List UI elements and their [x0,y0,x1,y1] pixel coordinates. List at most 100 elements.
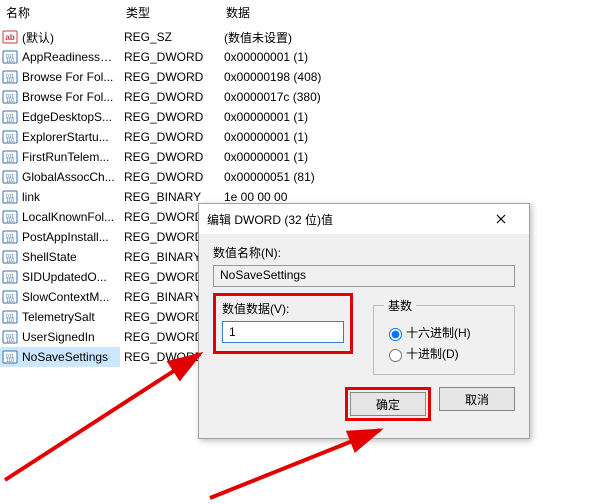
value-name: (默认) [18,29,120,46]
dialog-titlebar[interactable]: 编辑 DWORD (32 位)值 [199,204,529,234]
value-name: EdgeDesktopS... [18,110,120,124]
dword-value-icon: 011110 [2,249,18,265]
value-name: link [18,190,120,204]
value-data: 0x00000051 (81) [220,170,600,184]
value-type: REG_DWORD [120,90,220,104]
dword-value-icon: 011110 [2,109,18,125]
value-type: REG_DWORD [120,70,220,84]
dword-value-icon: 011110 [2,49,18,65]
dword-value-icon: 011110 [2,89,18,105]
dword-value-icon: 011110 [2,289,18,305]
value-data: 0x00000001 (1) [220,150,600,164]
value-type: REG_DWORD [120,130,220,144]
arrow-to-value-icon [5,354,200,480]
value-name: SIDUpdatedO... [18,270,120,284]
dword-value-icon: 011110 [2,229,18,245]
dword-value-icon: 011110 [2,149,18,165]
value-name: SlowContextM... [18,290,120,304]
close-button[interactable] [481,205,521,233]
value-data: 0x00000198 (408) [220,70,600,84]
radio-hex-row[interactable]: 十六进制(H) [384,324,504,341]
svg-text:ab: ab [5,33,14,42]
close-icon [496,214,506,224]
value-type: REG_SZ [120,30,220,44]
svg-text:110: 110 [6,358,14,364]
table-row[interactable]: 011110GlobalAssocCh...REG_DWORD0x0000005… [0,167,600,187]
radio-hex[interactable] [389,328,402,341]
value-name: PostAppInstall... [18,230,120,244]
value-name: TelemetrySalt [18,310,120,324]
svg-text:110: 110 [6,298,14,304]
value-type: REG_DWORD [120,110,220,124]
value-name: ShellState [18,250,120,264]
value-data: 1e 00 00 00 [220,190,600,204]
svg-text:110: 110 [6,118,14,124]
value-data: 0x00000001 (1) [220,110,600,124]
value-data: (数值未设置) [220,29,600,46]
dword-value-icon: 011110 [2,349,18,365]
value-name: FirstRunTelem... [18,150,120,164]
dword-value-icon: 011110 [2,189,18,205]
arrow-to-ok-icon [210,430,380,498]
table-row[interactable]: 011110FirstRunTelem...REG_DWORD0x0000000… [0,147,600,167]
svg-text:110: 110 [6,238,14,244]
value-name: NoSaveSettings [18,350,120,364]
value-name: LocalKnownFol... [18,210,120,224]
radio-dec[interactable] [389,349,402,362]
table-row[interactable]: 011110EdgeDesktopS...REG_DWORD0x00000001… [0,107,600,127]
table-row[interactable]: ab (默认)REG_SZ(数值未设置) [0,27,600,47]
col-header-type[interactable]: 类型 [120,4,220,21]
value-name: UserSignedIn [18,330,120,344]
dword-value-icon: 011110 [2,129,18,145]
svg-text:110: 110 [6,198,14,204]
svg-text:110: 110 [6,338,14,344]
value-type: REG_BINARY [120,190,220,204]
value-name: AppReadinessL... [18,50,120,64]
value-type: REG_DWORD [120,170,220,184]
table-row[interactable]: 011110Browse For Fol...REG_DWORD0x000001… [0,67,600,87]
radio-dec-row[interactable]: 十进制(D) [384,345,504,362]
dialog-title: 编辑 DWORD (32 位)值 [207,211,481,228]
base-legend: 基数 [384,297,416,314]
ok-highlight: 确定 [345,387,431,421]
column-headers: 名称 类型 数据 [0,0,600,27]
svg-text:110: 110 [6,258,14,264]
svg-text:110: 110 [6,78,14,84]
value-name-field: NoSaveSettings [213,265,515,287]
value-type: REG_DWORD [120,50,220,64]
col-header-data[interactable]: 数据 [220,4,600,21]
svg-text:110: 110 [6,278,14,284]
value-data: 0x00000001 (1) [220,130,600,144]
svg-text:110: 110 [6,98,14,104]
value-name-label: 数值名称(N): [213,244,515,261]
value-name: ExplorerStartu... [18,130,120,144]
radio-dec-label: 十进制(D) [406,345,459,362]
dword-value-icon: 011110 [2,329,18,345]
svg-text:110: 110 [6,318,14,324]
table-row[interactable]: 011110AppReadinessL...REG_DWORD0x0000000… [0,47,600,67]
dword-value-icon: 011110 [2,309,18,325]
edit-dword-dialog: 编辑 DWORD (32 位)值 数值名称(N): NoSaveSettings… [198,203,530,439]
dword-value-icon: 011110 [2,209,18,225]
svg-text:110: 110 [6,218,14,224]
ok-button[interactable]: 确定 [350,392,426,416]
table-row[interactable]: 011110ExplorerStartu...REG_DWORD0x000000… [0,127,600,147]
svg-text:110: 110 [6,158,14,164]
svg-text:110: 110 [6,58,14,64]
radio-hex-label: 十六进制(H) [406,324,471,341]
value-data-label: 数值数据(V): [222,300,344,317]
dword-value-icon: 011110 [2,269,18,285]
value-data: 0x00000001 (1) [220,50,600,64]
dword-value-icon: 011110 [2,69,18,85]
cancel-button[interactable]: 取消 [439,387,515,411]
svg-text:110: 110 [6,178,14,184]
value-data-input[interactable] [222,321,344,343]
dword-value-icon: 011110 [2,169,18,185]
col-header-name[interactable]: 名称 [0,4,120,21]
string-value-icon: ab [2,29,18,45]
value-data: 0x0000017c (380) [220,90,600,104]
table-row[interactable]: 011110Browse For Fol...REG_DWORD0x000001… [0,87,600,107]
value-data-highlight: 数值数据(V): [213,293,353,354]
value-name: Browse For Fol... [18,70,120,84]
value-name: Browse For Fol... [18,90,120,104]
